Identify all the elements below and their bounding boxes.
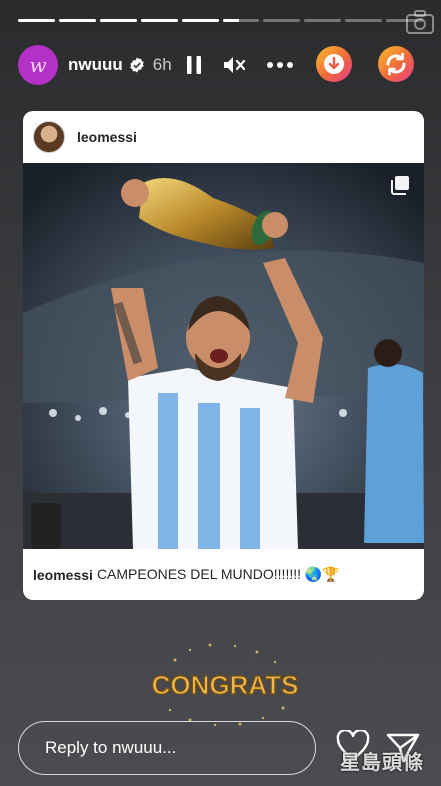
progress-segment <box>263 19 301 22</box>
avatar-letter: w <box>29 53 47 77</box>
post-caption: leomessi CAMPEONES DEL MUNDO!!!!!!! 🌏🏆 <box>33 549 414 600</box>
progress-segment-fill <box>140 19 178 22</box>
download-button[interactable] <box>316 46 352 82</box>
progress-segment <box>99 19 137 22</box>
story-username[interactable]: nwuuu <box>68 55 123 75</box>
multiple-photos-icon <box>391 176 409 195</box>
progress-segment-fill <box>58 19 96 22</box>
story-progress-bar <box>18 19 424 22</box>
shared-post-card[interactable]: leomessi leomessi CAMPEONES DEL MUNDO!!!… <box>23 111 424 600</box>
caption-text: CAMPEONES DEL MUNDO!!!!!!! 🌏🏆 <box>96 566 340 582</box>
story-header: w nwuuu 6h <box>18 44 431 86</box>
progress-segment <box>18 19 55 22</box>
progress-segment-fill <box>18 19 55 22</box>
progress-segment <box>58 19 96 22</box>
caption-username[interactable]: leomessi <box>33 567 93 583</box>
post-photo-illustration <box>23 163 424 549</box>
verified-badge-icon <box>130 57 144 73</box>
watermark-logo: 星島頭條 <box>340 750 424 774</box>
post-username[interactable]: leomessi <box>77 129 137 145</box>
post-header: leomessi <box>23 111 424 163</box>
more-dots-icon <box>266 62 293 68</box>
more-options-button[interactable] <box>266 61 294 69</box>
pause-icon <box>186 56 201 74</box>
reply-input[interactable]: Reply to nwuuu... <box>18 721 316 775</box>
mute-button[interactable] <box>222 55 246 75</box>
sync-button[interactable] <box>378 46 414 82</box>
progress-segment <box>222 19 260 22</box>
progress-segment-fill <box>181 19 219 22</box>
pause-button[interactable] <box>186 55 202 75</box>
download-icon <box>324 54 344 74</box>
congrats-sticker[interactable]: CONGRATS <box>145 640 305 730</box>
progress-segment-fill <box>99 19 137 22</box>
story-timestamp: 6h <box>152 55 172 74</box>
progress-segment-fill <box>222 19 240 22</box>
avatar[interactable]: w <box>18 45 58 85</box>
speaker-muted-icon <box>223 57 245 73</box>
progress-segment <box>345 19 383 22</box>
progress-segment <box>140 19 178 22</box>
camera-icon[interactable] <box>405 8 435 36</box>
post-author-avatar[interactable] <box>33 121 65 153</box>
congrats-sticker-text: CONGRATS <box>152 670 299 700</box>
post-photo[interactable] <box>23 163 424 549</box>
reply-placeholder: Reply to nwuuu... <box>45 738 177 757</box>
progress-segment <box>304 19 342 22</box>
progress-segment <box>181 19 219 22</box>
sync-icon <box>386 52 406 76</box>
